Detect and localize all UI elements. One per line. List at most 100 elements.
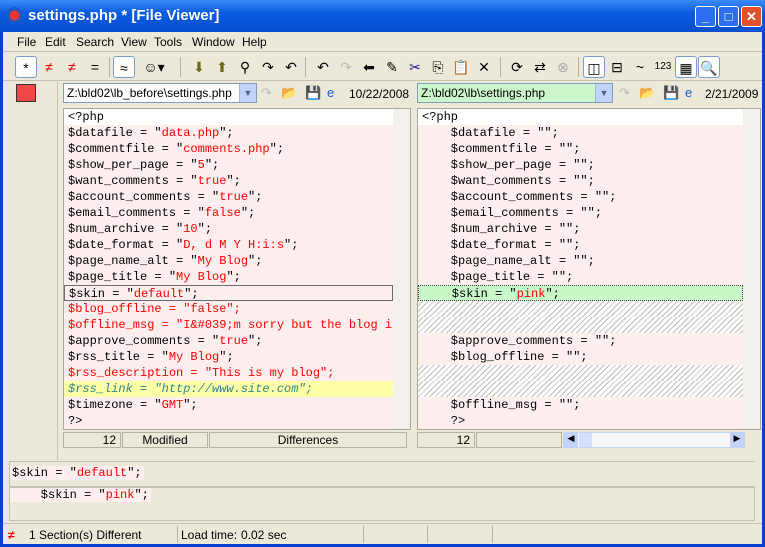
split-horizontal-icon[interactable]: ⊟ — [606, 56, 628, 78]
code-line[interactable]: $datafile = ""; — [418, 125, 743, 141]
find-icon[interactable]: ⚲ — [234, 56, 256, 78]
diff-lines-button[interactable]: ≠ — [38, 56, 60, 78]
right-path-combo[interactable]: Z:\bld02\lb\settings.php ▼ — [417, 83, 613, 103]
tilde-button[interactable]: ~ — [629, 56, 651, 78]
left-code-view[interactable]: ?> $timezone = "GMT"; $rss_link = "http://… — [63, 108, 411, 430]
code-line[interactable]: $page_name_alt = "My Blog"; — [64, 253, 393, 269]
code-line[interactable]: $commentfile = "comments.php"; — [64, 141, 393, 157]
menu-edit[interactable]: Edit — [45, 35, 66, 49]
code-line[interactable]: $show_per_page = ""; — [418, 157, 743, 173]
code-line[interactable]: ?> — [418, 413, 743, 429]
code-line[interactable]: $show_per_page = "5"; — [64, 157, 393, 173]
right-code-view[interactable]: ?> $offline_msg = ""; $blog_offline = ""… — [417, 108, 761, 430]
redo-icon[interactable]: ↷ — [335, 56, 357, 78]
menu-window[interactable]: Window — [192, 35, 235, 49]
save-icon[interactable]: 💾 — [305, 85, 321, 101]
code-line[interactable]: <?php — [418, 109, 743, 125]
code-line[interactable]: $timezone = "GMT"; — [64, 397, 393, 413]
refresh-icon[interactable]: ⟳ — [506, 56, 528, 78]
ignore-rules-icon[interactable]: ☺▾ — [143, 56, 165, 78]
swap-icon[interactable]: ⇄ — [529, 56, 551, 78]
code-line[interactable]: $commentfile = ""; — [418, 141, 743, 157]
menu-tools[interactable]: Tools — [154, 35, 182, 49]
code-line[interactable]: $num_archive = ""; — [418, 221, 743, 237]
code-line[interactable]: $rss_description = "This is my blog"; — [64, 365, 393, 381]
code-line[interactable]: $page_title = ""; — [418, 269, 743, 285]
cut-icon[interactable]: ✂ — [404, 56, 426, 78]
line-numbers-button[interactable]: 123 — [652, 56, 674, 78]
menu-help[interactable]: Help — [242, 35, 267, 49]
code-line[interactable]: $account_comments = ""; — [418, 189, 743, 205]
code-line[interactable]: $offline_msg = "I&#039;m sorry but the b… — [64, 317, 399, 333]
horizontal-scrollbar[interactable]: ◀ ▶ — [563, 432, 745, 448]
code-line[interactable]: $rss_link = "http://www.site.com"; — [64, 381, 393, 397]
prev-diff-icon[interactable]: ⬆ — [211, 56, 233, 78]
code-line[interactable]: $date_format = ""; — [418, 237, 743, 253]
scroll-right-icon[interactable]: ▶ — [730, 433, 744, 447]
back-arrow-icon[interactable]: ⬅ — [358, 56, 380, 78]
left-path-combo[interactable]: Z:\bld02\lb_before\settings.php ▼ — [63, 83, 257, 103]
menu-view[interactable]: View — [121, 35, 147, 49]
code-line[interactable]: $want_comments = ""; — [418, 173, 743, 189]
delete-icon[interactable]: ✕ — [473, 56, 495, 78]
code-line[interactable]: $email_comments = "false"; — [64, 205, 393, 221]
close-button[interactable]: ✕ — [741, 6, 762, 27]
save-icon[interactable]: 💾 — [663, 85, 679, 101]
next-diff-icon[interactable]: ⬇ — [188, 56, 210, 78]
edit-pencil-icon[interactable]: ✎ — [381, 56, 403, 78]
vertical-scrollbar[interactable] — [743, 109, 760, 429]
open-folder-icon[interactable]: 📂 — [281, 85, 297, 101]
menu-file[interactable]: File — [17, 35, 36, 49]
code-line[interactable]: $offline_msg = ""; — [418, 397, 743, 413]
find-next-icon[interactable]: ↷ — [257, 56, 279, 78]
menu-search[interactable]: Search — [76, 35, 114, 49]
code-line[interactable]: $approve_comments = ""; — [418, 333, 743, 349]
code-line[interactable]: $account_comments = "true"; — [64, 189, 393, 205]
code-line[interactable]: $page_title = "My Blog"; — [64, 269, 393, 285]
paste-icon[interactable]: 📋 — [450, 56, 472, 78]
vertical-scrollbar[interactable] — [393, 109, 410, 429]
split-vertical-icon[interactable]: ◫ — [583, 56, 605, 78]
zoom-icon[interactable]: 🔍 — [698, 56, 720, 78]
code-line[interactable] — [418, 317, 743, 333]
code-line[interactable]: $email_comments = ""; — [418, 205, 743, 221]
code-line[interactable]: $want_comments = "true"; — [64, 173, 393, 189]
scroll-left-icon[interactable]: ◀ — [564, 433, 578, 447]
ie-icon[interactable]: e — [327, 85, 334, 100]
same-lines-button[interactable]: = — [84, 56, 106, 78]
code-line[interactable]: $skin = "default"; — [64, 285, 393, 301]
overview-thumbnail[interactable] — [16, 84, 36, 102]
open-folder-icon[interactable]: 📂 — [639, 85, 655, 101]
overview-gutter[interactable] — [6, 82, 58, 460]
code-line[interactable]: $date_format = "D, d M Y H:i:s"; — [64, 237, 393, 253]
code-line[interactable] — [418, 381, 743, 397]
insert-icon[interactable]: ▦ — [675, 56, 697, 78]
code-line[interactable]: ?> — [64, 413, 393, 429]
code-line[interactable]: $skin = "pink"; — [418, 285, 743, 301]
redo-icon[interactable]: ↷ — [261, 85, 272, 101]
find-prev-icon[interactable]: ↶ — [280, 56, 302, 78]
all-lines-button[interactable]: * — [15, 56, 37, 78]
diff-boxed-button[interactable]: ≠ — [61, 56, 83, 78]
code-line[interactable]: $rss_title = "My Blog"; — [64, 349, 393, 365]
similar-button[interactable]: ≈ — [113, 56, 135, 78]
code-line[interactable]: $datafile = "data.php"; — [64, 125, 393, 141]
minimize-button[interactable]: _ — [695, 6, 716, 27]
code-line[interactable]: <?php — [64, 109, 393, 125]
ie-icon[interactable]: e — [685, 85, 692, 100]
stop-icon[interactable]: ⊗ — [552, 56, 574, 78]
code-line[interactable] — [418, 301, 743, 317]
chevron-down-icon[interactable]: ▼ — [239, 84, 256, 102]
redo-icon[interactable]: ↷ — [619, 85, 630, 101]
code-line[interactable] — [418, 365, 743, 381]
code-line[interactable]: $page_name_alt = ""; — [418, 253, 743, 269]
undo-icon[interactable]: ↶ — [312, 56, 334, 78]
code-line[interactable]: $num_archive = "10"; — [64, 221, 393, 237]
copy-icon[interactable]: ⎘ — [427, 56, 449, 78]
code-line[interactable]: $blog_offline = "false"; — [64, 301, 393, 317]
code-line[interactable]: $approve_comments = "true"; — [64, 333, 393, 349]
maximize-button[interactable]: □ — [718, 6, 739, 27]
chevron-down-icon[interactable]: ▼ — [595, 84, 612, 102]
code-line[interactable]: $blog_offline = ""; — [418, 349, 743, 365]
scroll-thumb[interactable] — [579, 433, 592, 447]
